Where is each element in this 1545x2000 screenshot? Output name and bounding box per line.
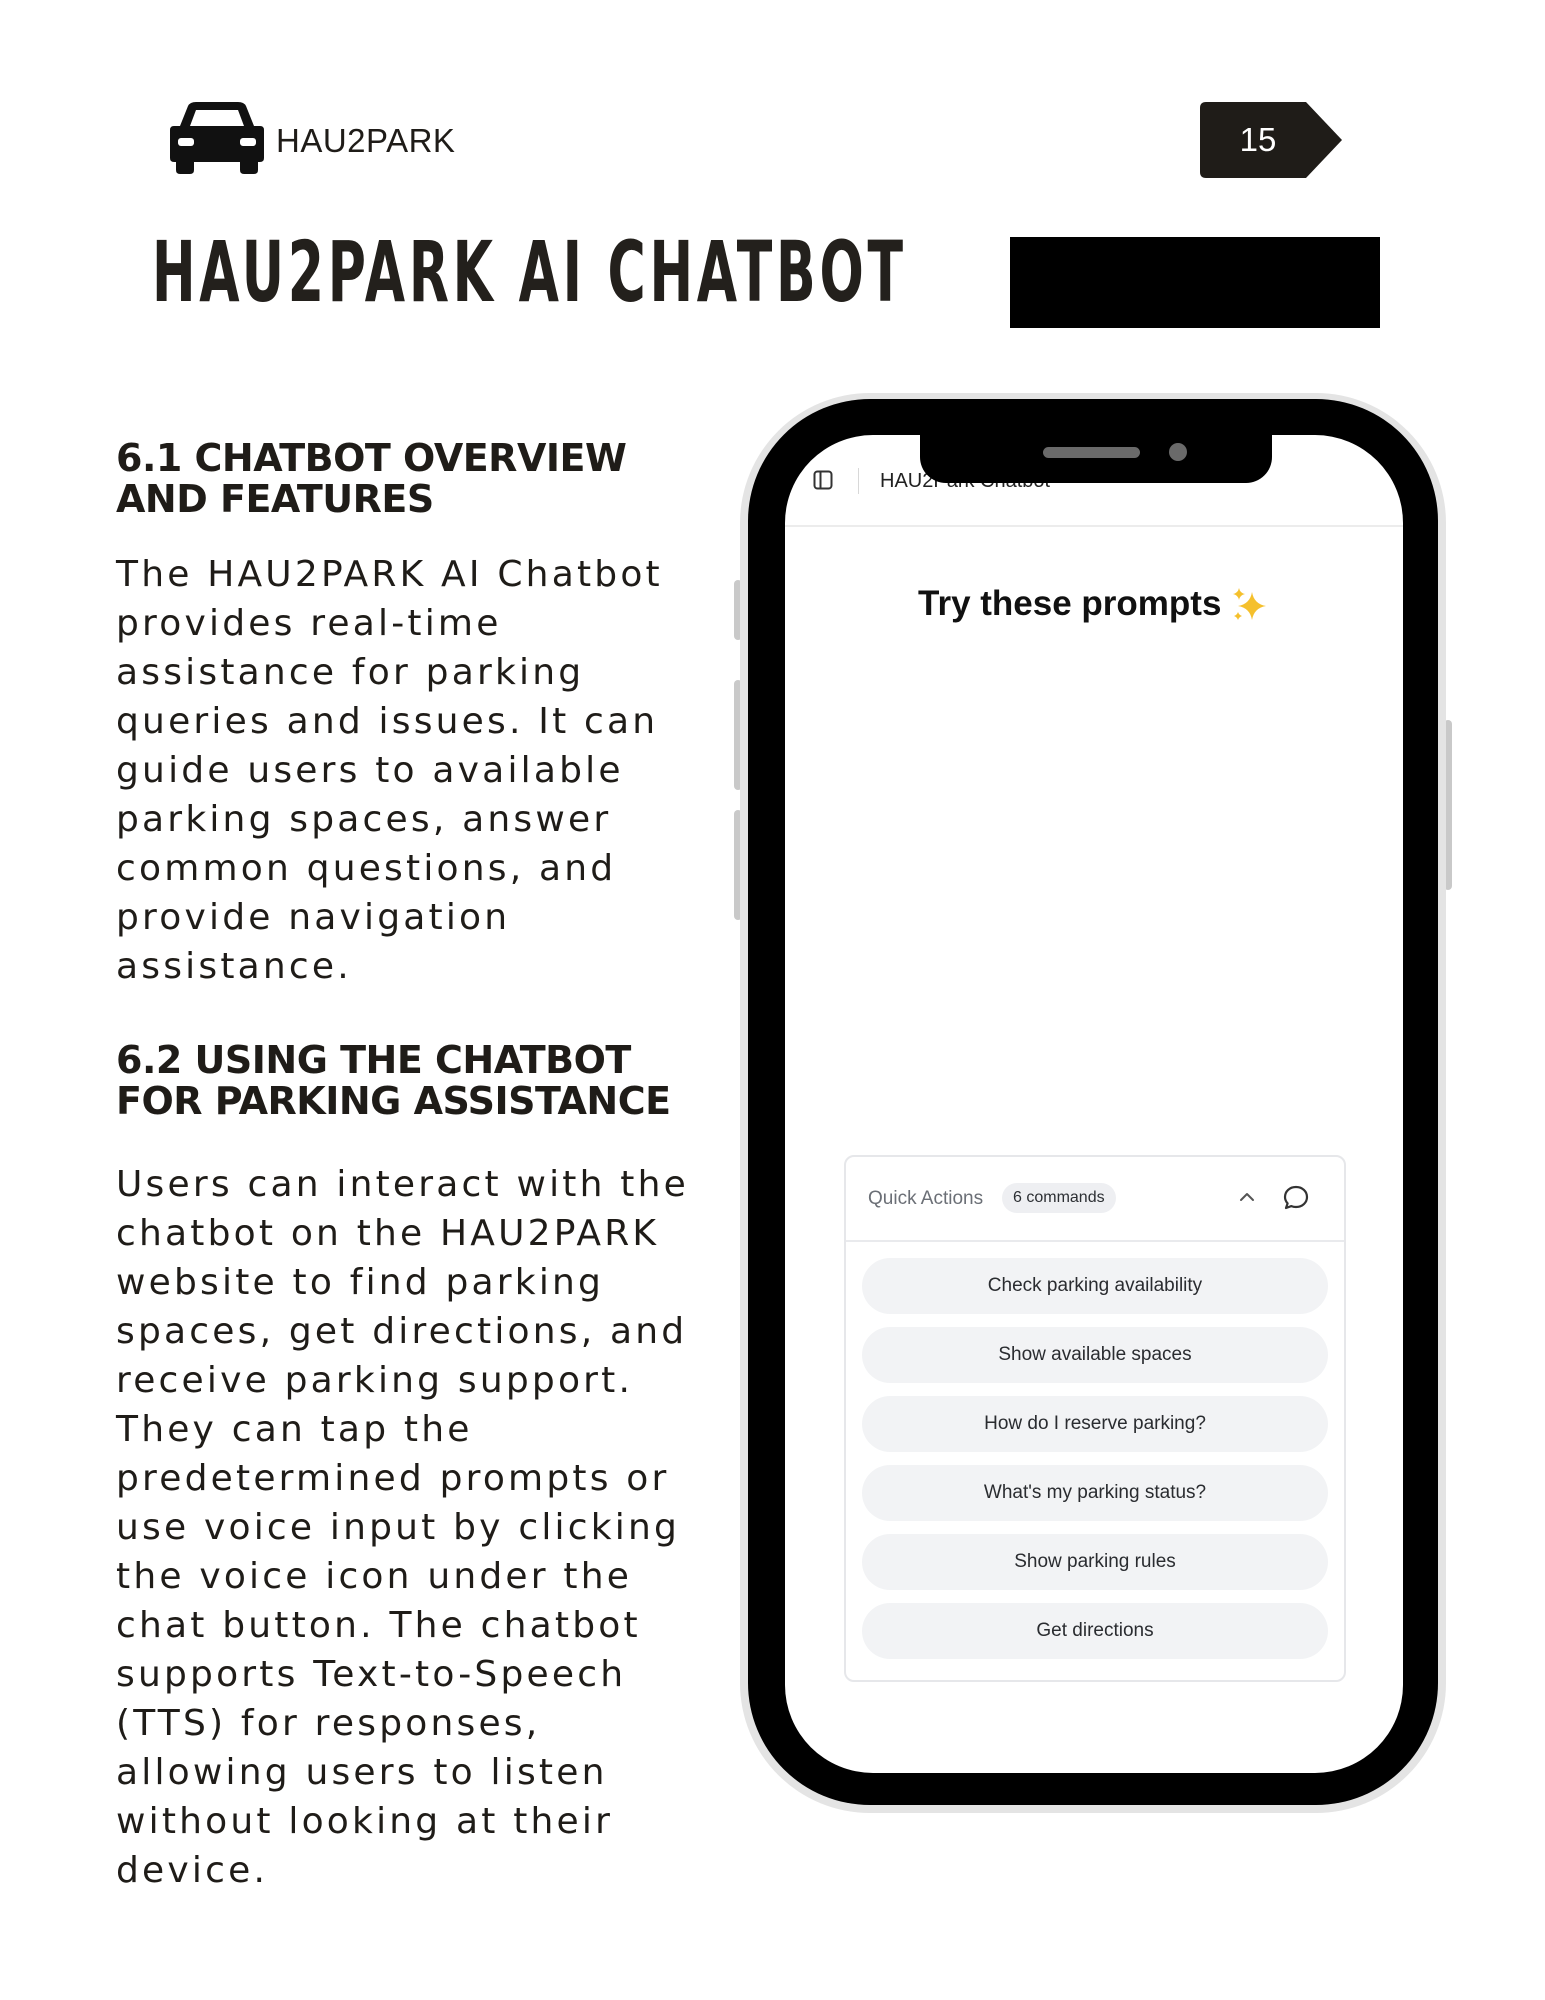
car-icon (170, 102, 264, 174)
body-line: without looking at their (116, 1801, 614, 1842)
body-line: guide users to available (116, 750, 624, 791)
section-heading-overview: 6.1 CHATBOT OVERVIEW AND FEATURES (116, 436, 627, 521)
body-line: assistance. (116, 946, 352, 987)
body-line: receive parking support. (116, 1360, 634, 1401)
body-line: common questions, and (116, 848, 617, 889)
section-heading-using: 6.2 USING THE CHATBOT FOR PARKING ASSIST… (116, 1038, 671, 1123)
body-line: Users can interact with the (116, 1164, 689, 1205)
body-line: chat button. The chatbot (116, 1605, 641, 1646)
body-line: allowing users to listen (116, 1752, 608, 1793)
body-line: website to find parking (116, 1262, 605, 1303)
brand-name: HAU2PARK (276, 122, 456, 159)
quick-actions-divider (846, 1240, 1344, 1242)
commands-count-badge: 6 commands (1002, 1183, 1116, 1213)
sparkles-icon (1233, 588, 1266, 620)
body-line: chatbot on the HAU2PARK (116, 1213, 660, 1254)
chevron-up-icon[interactable] (1238, 1190, 1256, 1204)
body-line: The HAU2PARK AI Chatbot (116, 554, 663, 595)
show-available-spaces-button[interactable]: Show available spaces (862, 1327, 1328, 1383)
sidebar-toggle-icon[interactable] (813, 470, 833, 490)
body-line: They can tap the (116, 1409, 473, 1450)
get-directions-button[interactable]: Get directions (862, 1603, 1328, 1659)
prompts-heading: Try these prompts (918, 584, 1222, 623)
body-line: provide navigation (116, 897, 511, 938)
body-line: supports Text-to-Speech (116, 1654, 627, 1695)
body-line: assistance for parking (116, 652, 585, 693)
body-line: (TTS) for responses, (116, 1703, 541, 1744)
check-availability-button[interactable]: Check parking availability (862, 1258, 1328, 1314)
section-body-overview: The HAU2PARK AI Chatbot provides real-ti… (116, 550, 726, 991)
body-line: device. (116, 1850, 269, 1891)
body-line: parking spaces, answer (116, 799, 612, 840)
page-number: 15 (1239, 121, 1277, 158)
section-body-using: Users can interact with the chatbot on t… (116, 1160, 726, 1895)
body-line: the voice icon under the (116, 1556, 633, 1597)
phone-camera (1169, 443, 1187, 461)
app-header-divider (785, 525, 1403, 527)
parking-rules-button[interactable]: Show parking rules (862, 1534, 1328, 1590)
phone-speaker (1043, 447, 1140, 458)
header-separator (858, 468, 859, 494)
chat-bubble-icon[interactable] (1282, 1184, 1310, 1212)
quick-actions-label: Quick Actions (868, 1188, 984, 1209)
body-line: use voice input by clicking (116, 1507, 681, 1548)
body-line: queries and issues. It can (116, 701, 659, 742)
parking-status-button[interactable]: What's my parking status? (862, 1465, 1328, 1521)
title-decoration-bar (1010, 237, 1380, 328)
body-line: provides real-time (116, 603, 502, 644)
body-line: spaces, get directions, and (116, 1311, 688, 1352)
body-line: predetermined prompts or (116, 1458, 670, 1499)
page-title: HAU2PARK AI CHATBOT (152, 223, 907, 321)
reserve-parking-button[interactable]: How do I reserve parking? (862, 1396, 1328, 1452)
